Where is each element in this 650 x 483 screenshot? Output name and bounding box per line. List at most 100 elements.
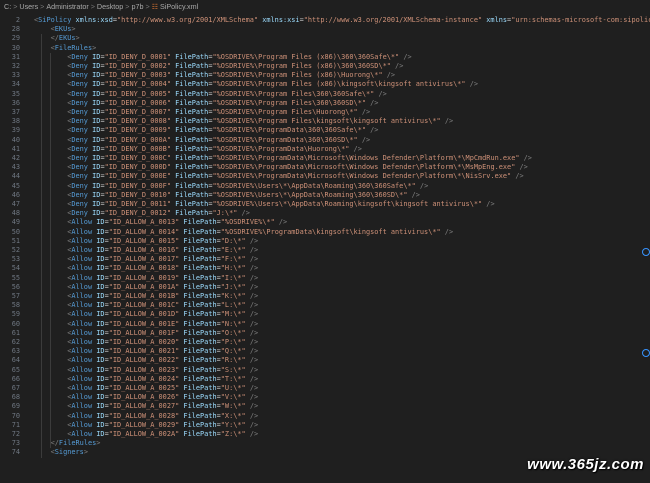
xml-attribute-value: "ID_DENY_D_0007"	[104, 108, 171, 116]
code-line[interactable]: 66 <Allow ID="ID_ALLOW_A_0024" FilePath=…	[0, 375, 650, 384]
xml-tag-name: FileRules	[54, 43, 93, 52]
code-line[interactable]: 61 <Allow ID="ID_ALLOW_A_001F" FilePath=…	[0, 329, 650, 338]
xml-bracket: />	[245, 365, 259, 374]
xml-attribute-name: FilePath	[183, 282, 217, 291]
line-number: 28	[11, 25, 20, 34]
code-line[interactable]: 62 <Allow ID="ID_ALLOW_A_0020" FilePath=…	[0, 338, 650, 347]
code-line[interactable]: 2 <SiPolicy xmlns:xsd="http://www.w3.org/…	[0, 16, 650, 25]
code-line[interactable]: 43 <Deny ID="ID_DENY_D_000D" FilePath="%…	[0, 163, 650, 172]
xml-tag-name: Allow	[71, 338, 93, 346]
code-line[interactable]: 34 <Deny ID="ID_DENY_D_0004" FilePath="%…	[0, 80, 650, 89]
code-line[interactable]: 63 <Allow ID="ID_ALLOW_A_0021" FilePath=…	[0, 347, 650, 356]
code-line[interactable]: 52 <Allow ID="ID_ALLOW_A_0016" FilePath=…	[0, 246, 650, 255]
breadcrumb-item-p7b[interactable]: p7b	[132, 2, 144, 11]
code-line[interactable]: 46 <Deny ID="ID_DENY_D_0010" FilePath="%…	[0, 191, 650, 200]
code-line[interactable]: 36 <Deny ID="ID_DENY_D_0006" FilePath="%…	[0, 99, 650, 108]
breadcrumb-item-desktop[interactable]: Desktop	[97, 2, 123, 11]
breadcrumb-item-users[interactable]: Users	[19, 2, 38, 11]
code-line[interactable]: 60 <Allow ID="ID_ALLOW_A_001E" FilePath=…	[0, 320, 650, 329]
xml-bracket: />	[482, 200, 495, 208]
code-line[interactable]: 70 <Allow ID="ID_ALLOW_A_0028" FilePath=…	[0, 412, 650, 421]
code-line[interactable]: 28 <EKUs>	[0, 25, 650, 34]
code-line[interactable]: 30 <FileRules>	[0, 44, 650, 53]
code-line[interactable]: 48 <Deny ID="ID_DENY_D_0012" FilePath="J…	[0, 209, 650, 218]
code-line[interactable]: 44 <Deny ID="ID_DENY_D_000E" FilePath="%…	[0, 172, 650, 181]
code-line[interactable]: 31 <Deny ID="ID_DENY_D_0001" FilePath="%…	[0, 53, 650, 62]
code-line[interactable]: 32 <Deny ID="ID_DENY_D_0002" FilePath="%…	[0, 62, 650, 71]
xml-attribute-value: "ID_DENY_D_000C"	[104, 154, 171, 162]
code-line[interactable]: 37 <Deny ID="ID_DENY_D_0007" FilePath="%…	[0, 108, 650, 117]
code-line[interactable]: 51 <Allow ID="ID_ALLOW_A_0015" FilePath=…	[0, 237, 650, 246]
xml-attribute-value: "%OSDRIVE%\Users\*\AppData\Roaming\kings…	[212, 200, 483, 208]
xml-attribute-name: ID	[96, 384, 105, 392]
code-line[interactable]: 45 <Deny ID="ID_DENY_D_000F" FilePath="%…	[0, 182, 650, 191]
xml-attribute-name: FilePath	[175, 200, 209, 208]
code-line[interactable]: 71 <Allow ID="ID_ALLOW_A_0029" FilePath=…	[0, 421, 650, 430]
code-line[interactable]: 29 </EKUs>	[0, 34, 650, 43]
scroll-marker-icon[interactable]	[642, 248, 650, 256]
code-line[interactable]: 35 <Deny ID="ID_DENY_D_0005" FilePath="%…	[0, 90, 650, 99]
code-line[interactable]: 42 <Deny ID="ID_DENY_D_000C" FilePath="%…	[0, 154, 650, 163]
xml-attribute-name: FilePath	[175, 52, 209, 61]
code-line[interactable]: 64 <Allow ID="ID_ALLOW_A_0022" FilePath=…	[0, 356, 650, 365]
code-line[interactable]: 57 <Allow ID="ID_ALLOW_A_001B" FilePath=…	[0, 292, 650, 301]
line-number: 59	[11, 310, 20, 319]
breadcrumb-item-file[interactable]: SiPolicy.xml	[160, 2, 198, 11]
line-number: 48	[11, 209, 20, 218]
breadcrumb-item-administrator[interactable]: Administrator	[46, 2, 88, 11]
code-line[interactable]: 59 <Allow ID="ID_ALLOW_A_001D" FilePath=…	[0, 310, 650, 319]
xml-bracket: />	[399, 52, 412, 61]
code-line[interactable]: 39 <Deny ID="ID_DENY_D_0009" FilePath="%…	[0, 126, 650, 135]
code-line[interactable]: 65 <Allow ID="ID_ALLOW_A_0023" FilePath=…	[0, 366, 650, 375]
xml-attribute-name: ID	[96, 218, 105, 227]
xml-attribute-value: "ID_ALLOW_A_0022"	[108, 356, 180, 365]
code-editor[interactable]: 2 <SiPolicy xmlns:xsd="http://www.w3.org/…	[0, 14, 650, 483]
chevron-right-icon: >	[125, 2, 130, 11]
xml-tag-name: Allow	[71, 310, 93, 319]
xml-attribute-value: "%OSDRIVE%\ProgramData\kingsoft\kingsoft…	[220, 227, 441, 236]
code-text: <EKUs>	[34, 25, 76, 34]
xml-attribute-value: "K:\*"	[220, 292, 246, 300]
code-line[interactable]: 38 <Deny ID="ID_DENY_D_0008" FilePath="%…	[0, 117, 650, 126]
xml-attribute-value: "ID_DENY_D_000E"	[104, 172, 171, 181]
xml-tag-name: Allow	[71, 374, 93, 383]
code-text: </FileRules>	[34, 439, 101, 448]
xml-attribute-value: "ID_ALLOW_A_0027"	[108, 402, 180, 411]
code-line[interactable]: 55 <Allow ID="ID_ALLOW_A_0019" FilePath=…	[0, 274, 650, 283]
xml-bracket: />	[382, 71, 396, 80]
code-line[interactable]: 47 <Deny ID="ID_DENY_D_0011" FilePath="%…	[0, 200, 650, 209]
code-line[interactable]: 68 <Allow ID="ID_ALLOW_A_0026" FilePath=…	[0, 393, 650, 402]
xml-attribute-value: "ID_ALLOW_A_0013"	[108, 218, 180, 227]
xml-attribute-name: FilePath	[183, 338, 217, 346]
code-line[interactable]: 33 <Deny ID="ID_DENY_D_0003" FilePath="%…	[0, 71, 650, 80]
code-line[interactable]: 41 <Deny ID="ID_DENY_D_000B" FilePath="%…	[0, 145, 650, 154]
code-line[interactable]: 72 <Allow ID="ID_ALLOW_A_002A" FilePath=…	[0, 430, 650, 439]
code-line[interactable]: 40 <Deny ID="ID_DENY_D_000A" FilePath="%…	[0, 136, 650, 145]
line-number: 34	[11, 80, 20, 89]
line-number: 2	[15, 16, 20, 24]
code-line[interactable]: 73 </FileRules>	[0, 439, 650, 448]
code-line[interactable]: 54 <Allow ID="ID_ALLOW_A_0018" FilePath=…	[0, 264, 650, 273]
xml-attribute-value: "ID_DENY_D_0002"	[104, 62, 171, 70]
xml-bracket: />	[274, 218, 288, 227]
xml-attribute-name: FilePath	[183, 236, 217, 245]
watermark: www.365jz.com	[527, 456, 644, 473]
xml-attribute-name: ID	[96, 227, 105, 236]
code-line[interactable]: 56 <Allow ID="ID_ALLOW_A_001A" FilePath=…	[0, 283, 650, 292]
code-text: <Allow ID="ID_ALLOW_A_0015" FilePath="D:…	[34, 237, 258, 246]
xml-attribute-value: "U:\*"	[220, 384, 246, 392]
code-line[interactable]: 50 <Allow ID="ID_ALLOW_A_0014" FilePath=…	[0, 228, 650, 237]
xml-attribute-value: "ID_ALLOW_A_0021"	[108, 347, 180, 356]
xml-tag-name: Allow	[71, 393, 93, 402]
line-number: 63	[11, 347, 20, 356]
scroll-marker-icon[interactable]	[642, 349, 650, 357]
code-line[interactable]: 53 <Allow ID="ID_ALLOW_A_0017" FilePath=…	[0, 255, 650, 264]
xml-tag-name: Deny	[71, 163, 88, 172]
xml-tag-name: Deny	[71, 190, 88, 199]
xml-attribute-name: FilePath	[175, 98, 209, 107]
code-line[interactable]: 69 <Allow ID="ID_ALLOW_A_0027" FilePath=…	[0, 402, 650, 411]
code-line[interactable]: 58 <Allow ID="ID_ALLOW_A_001C" FilePath=…	[0, 301, 650, 310]
code-line[interactable]: 67 <Allow ID="ID_ALLOW_A_0025" FilePath=…	[0, 384, 650, 393]
code-line[interactable]: 49 <Allow ID="ID_ALLOW_A_0013" FilePath=…	[0, 218, 650, 227]
xml-tag-name: Deny	[71, 62, 88, 70]
